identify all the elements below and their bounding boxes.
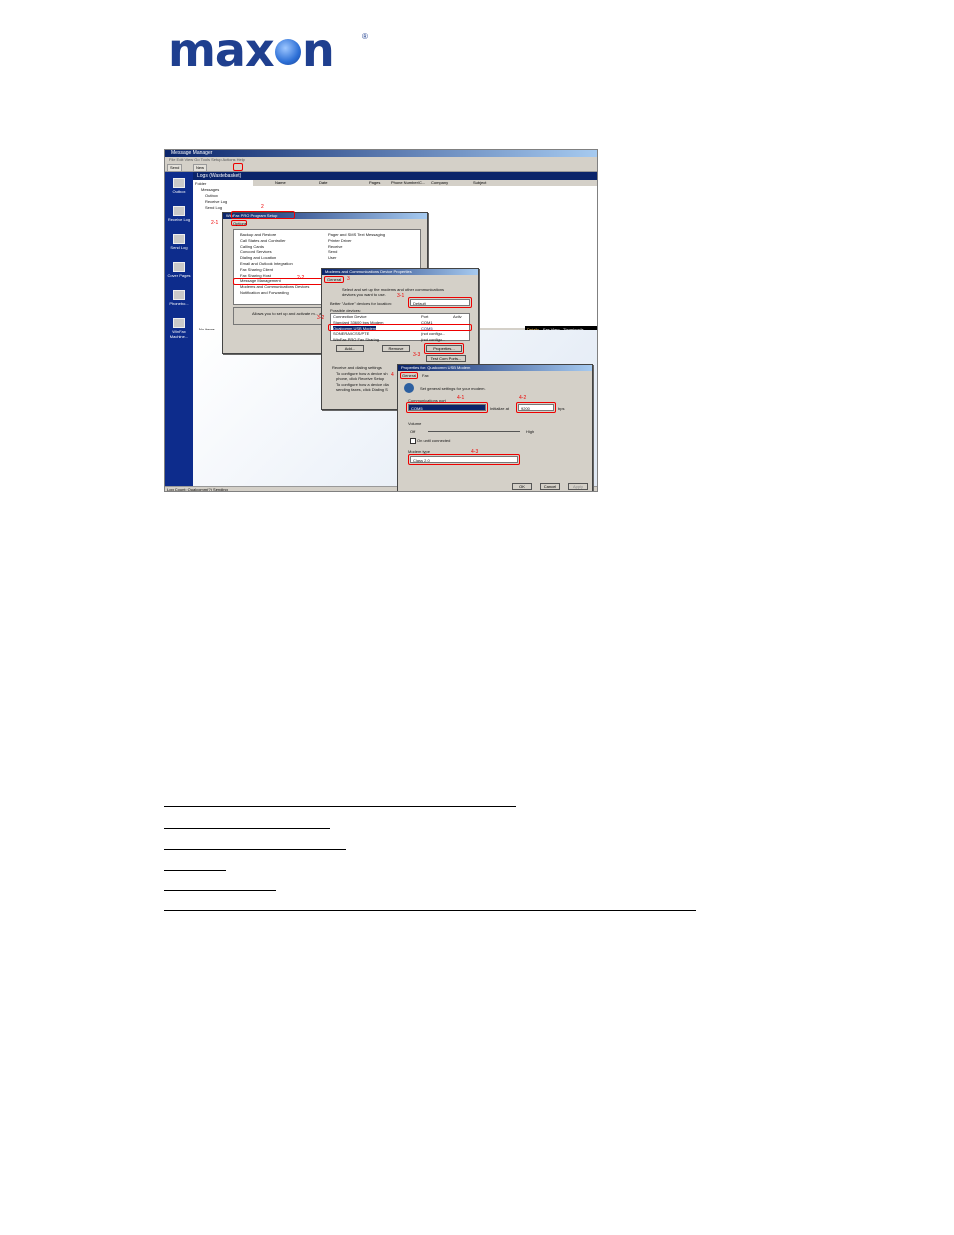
device-port: (not configu...	[421, 331, 446, 336]
message-manager-screenshot: Message Manager File Edit View Go Tools …	[164, 149, 598, 492]
annotation-4: 4	[391, 372, 394, 378]
setup-item[interactable]: Dialing and Location	[240, 255, 276, 260]
modem-type-highlight	[408, 454, 520, 465]
device-port: (not configu...	[421, 336, 446, 342]
modems-dialog-title: Modems and Communications Device Propert…	[322, 269, 478, 275]
props-fax-tab[interactable]: Fax	[422, 373, 429, 378]
setup-item[interactable]: Pager and SMS Text Messaging	[328, 232, 385, 237]
options-tab[interactable]: Options	[233, 221, 247, 226]
globe-icon	[275, 39, 301, 65]
qualcomm-row-highlight	[328, 324, 472, 331]
annotation-4-1: 4-1	[457, 395, 465, 401]
send-log-shortcut[interactable]: Send Log	[167, 234, 191, 254]
setup-item[interactable]: Backup and Restore	[240, 232, 276, 237]
ok-button[interactable]: OK	[512, 483, 532, 490]
blank-line-1	[164, 806, 516, 807]
setup-item[interactable]: Calling Cards	[240, 244, 264, 249]
props-dialog-title: Properties for: Qualcomm USB Modem	[398, 365, 592, 371]
annotation-3-1: 3-1	[397, 293, 405, 299]
toolbar: Send New	[165, 163, 597, 172]
setup-item[interactable]: User	[328, 255, 336, 260]
setup-item[interactable]: Notification and Forwarding	[240, 290, 289, 295]
blank-line-2	[164, 828, 330, 829]
annotation-3-3: 3-3	[413, 352, 421, 358]
modem-properties-dialog: Properties for: Qualcomm USB Modem Gener…	[397, 364, 593, 491]
send-button[interactable]: Send	[167, 164, 183, 172]
device-name[interactable]: WinFax PRO Fax Sharing	[333, 337, 379, 342]
outlook-bar: Outbox Receive Log Send Log Cover Pages …	[165, 172, 193, 491]
annotation-4-2: 4-2	[519, 395, 527, 401]
on-until-checkbox[interactable]	[410, 438, 416, 444]
annotation-4-3: 4-3	[471, 449, 479, 455]
general-tab[interactable]: General	[327, 277, 341, 282]
setup-item[interactable]: Concord Services	[240, 249, 272, 254]
modem-icon	[404, 383, 414, 393]
help-highlight	[233, 163, 243, 171]
blank-line-4	[164, 870, 226, 871]
fax-machine-icon	[173, 318, 185, 328]
logo-text-end: n	[302, 23, 335, 77]
volume-slider[interactable]	[428, 431, 520, 432]
comm-port-highlight	[406, 402, 488, 413]
modems-item-highlight	[233, 278, 323, 285]
cover-pages-shortcut[interactable]: Cover Pages	[167, 262, 191, 282]
setup-item[interactable]: Call States and Controller	[240, 238, 286, 243]
outbox-shortcut[interactable]: Outbox	[167, 178, 191, 198]
annotation-3-2: 3-2	[317, 315, 325, 321]
blank-line-6	[164, 910, 696, 911]
registered-mark: ®	[362, 32, 368, 41]
init-speed-highlight	[516, 402, 556, 413]
setup-item[interactable]: Fax Sharing Host	[240, 273, 271, 278]
annotation-2-2: 2-2	[297, 275, 305, 281]
device-name[interactable]: SONERA/ICSS/PTE	[333, 331, 369, 336]
apply-button[interactable]: Apply	[568, 483, 588, 490]
phonebook-icon	[173, 290, 185, 300]
setup-item[interactable]: Receive	[328, 244, 342, 249]
setup-item[interactable]: Fax Sharing Client	[240, 267, 273, 272]
location-highlight	[408, 297, 472, 308]
logo-text: max	[168, 23, 275, 77]
phonebook-shortcut[interactable]: Phonebo...	[167, 290, 191, 310]
annotation-3: 3	[347, 276, 350, 282]
receive-log-shortcut[interactable]: Receive Log	[167, 206, 191, 226]
test-com-button[interactable]: Test Com Ports...	[426, 355, 466, 362]
new-button[interactable]: New	[193, 164, 208, 172]
setup-item[interactable]: Email and Outlook Integration	[240, 261, 293, 266]
outbox-icon	[173, 178, 185, 188]
setup-title-highlight	[231, 211, 295, 219]
remove-button[interactable]: Remove	[382, 345, 410, 352]
props-general-tab[interactable]: General	[402, 373, 416, 378]
blank-line-3	[164, 849, 346, 850]
cancel-button[interactable]: Cancel	[540, 483, 560, 490]
receive-log-icon	[173, 206, 185, 216]
annotation-2: 2	[261, 204, 264, 210]
annotation-2-1: 2-1	[211, 220, 219, 226]
add-button[interactable]: Add...	[336, 345, 364, 352]
send-log-icon	[173, 234, 185, 244]
window-title: Message Manager	[165, 150, 597, 157]
setup-item[interactable]: Printer Driver	[328, 238, 352, 243]
cover-pages-icon	[173, 262, 185, 272]
pane-title: Logs (Wastebasket)	[193, 172, 597, 180]
maxon-logo: max n ®	[168, 23, 368, 77]
setup-item[interactable]: Send	[328, 249, 337, 254]
blank-line-5	[164, 890, 276, 891]
winfax-machine-shortcut[interactable]: WinFax Machine...	[167, 318, 191, 339]
properties-highlight	[424, 343, 464, 354]
